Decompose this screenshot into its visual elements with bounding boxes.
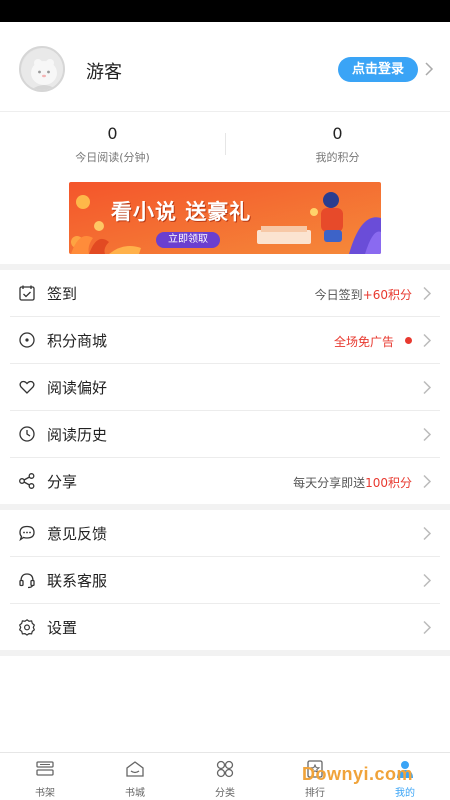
avatar-face-icon: [21, 48, 63, 90]
tab-label: 我的: [395, 788, 415, 799]
menu-item-checkin[interactable]: 签到 今日签到+60积分: [0, 270, 450, 317]
login-button[interactable]: 点击登录: [338, 57, 418, 82]
stat-my-points[interactable]: 0 我的积分: [225, 123, 450, 165]
tab-label: 排行: [305, 788, 325, 799]
stat-value: 0: [332, 124, 343, 143]
chevron-right-icon[interactable]: [424, 62, 434, 76]
hint-highlight: 全场免广告: [333, 335, 394, 349]
menu-item-reading-history[interactable]: 阅读历史: [0, 411, 450, 458]
banner-title: 看小说 送豪礼: [111, 200, 252, 224]
menu-label: 设置: [47, 619, 78, 637]
stat-reading-minutes[interactable]: 0 今日阅读(分钟): [0, 123, 225, 165]
chevron-right-icon: [423, 333, 432, 348]
menu-item-settings[interactable]: 设置: [0, 604, 450, 651]
compass-icon: [19, 332, 35, 348]
stat-value: 0: [107, 124, 118, 143]
tab-label: 书城: [125, 788, 145, 799]
bookshelf-icon: [36, 761, 54, 776]
points-mall-hint: 全场免广告: [334, 333, 394, 350]
tab-bookstore[interactable]: 书城: [90, 753, 180, 800]
stat-label: 我的积分: [315, 151, 360, 164]
reading-stats: 0 今日阅读(分钟) 0 我的积分: [0, 113, 450, 175]
gear-icon: [18, 619, 36, 636]
category-icon: [216, 760, 234, 778]
tab-category[interactable]: 分类: [180, 753, 270, 800]
chevron-right-icon: [423, 526, 432, 541]
heart-icon: [19, 380, 35, 394]
chevron-right-icon: [423, 286, 432, 301]
notification-dot: [405, 337, 412, 344]
watermark: Downyi.com: [302, 764, 414, 784]
chevron-right-icon: [423, 620, 432, 635]
avatar[interactable]: [19, 46, 65, 92]
menu-label: 阅读偏好: [47, 379, 108, 397]
tab-label: 分类: [215, 788, 235, 799]
hint-highlight: +60积分: [362, 288, 412, 302]
hint-text: 每天分享即送: [293, 476, 366, 490]
banner-claim-button[interactable]: 立即领取: [156, 232, 220, 248]
checkin-hint: 今日签到+60积分: [315, 286, 412, 303]
section-divider: [0, 650, 450, 656]
menu-label: 阅读历史: [47, 426, 108, 444]
chevron-right-icon: [423, 573, 432, 588]
username: 游客: [86, 62, 122, 83]
chevron-right-icon: [423, 474, 432, 489]
menu-label: 意见反馈: [47, 525, 108, 543]
share-hint: 每天分享即送100积分: [293, 474, 412, 491]
tab-label: 书架: [35, 788, 55, 799]
menu-item-customer-service[interactable]: 联系客服: [0, 557, 450, 604]
menu-label: 分享: [47, 473, 78, 491]
hint-highlight: 100积分: [365, 476, 412, 490]
chat-icon: [19, 525, 35, 542]
headset-icon: [19, 573, 35, 589]
hint-text: 今日签到: [314, 288, 363, 302]
promo-banner[interactable]: 看小说 送豪礼 立即领取: [69, 182, 381, 254]
clock-icon: [19, 426, 35, 442]
chevron-right-icon: [423, 427, 432, 442]
status-bar: [0, 0, 450, 22]
share-icon: [19, 473, 35, 489]
chevron-right-icon: [423, 380, 432, 395]
menu-item-feedback[interactable]: 意见反馈: [0, 510, 450, 557]
profile-header: 游客 点击登录: [0, 22, 450, 112]
store-icon: [126, 761, 144, 777]
menu-item-reading-preference[interactable]: 阅读偏好: [0, 364, 450, 411]
menu-item-points-mall[interactable]: 积分商城 全场免广告: [0, 317, 450, 364]
menu-item-share[interactable]: 分享 每天分享即送100积分: [0, 458, 450, 505]
tab-bookshelf[interactable]: 书架: [0, 753, 90, 800]
calendar-icon: [19, 285, 35, 301]
menu-label: 签到: [47, 285, 78, 303]
stat-label: 今日阅读(分钟): [75, 151, 150, 164]
menu-label: 积分商城: [47, 332, 108, 350]
menu-label: 联系客服: [47, 572, 108, 590]
